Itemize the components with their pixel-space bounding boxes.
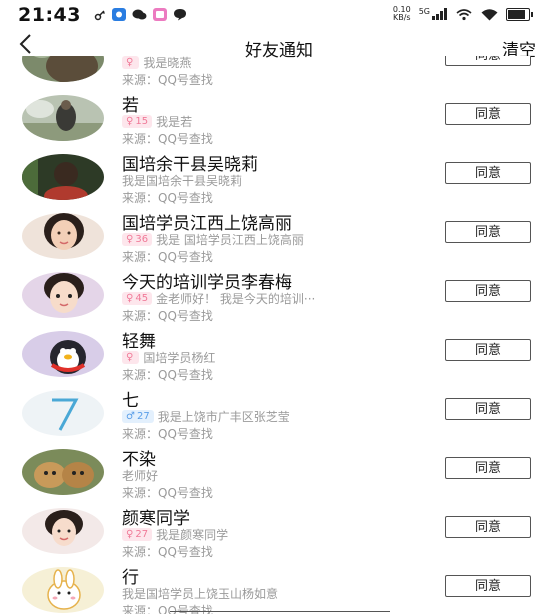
- avatar[interactable]: [22, 449, 104, 495]
- gender-age-badge: ♂ 27: [122, 410, 154, 423]
- system-indicators: 0.10 KB/s 5G: [393, 6, 533, 22]
- messaging-app-icon: [132, 9, 147, 20]
- gender-age-badge: ♀ 27: [122, 528, 153, 541]
- age-value: 27: [135, 529, 149, 540]
- request-message: ♀ 45 金老师好！ 我是今天的培训···: [122, 290, 315, 307]
- female-icon: ♀: [126, 234, 134, 245]
- avatar[interactable]: [22, 331, 104, 377]
- request-source: 来源：QQ号查找: [122, 250, 213, 264]
- avatar[interactable]: [22, 95, 104, 141]
- avatar[interactable]: [22, 508, 104, 554]
- male-icon: ♂: [126, 411, 135, 422]
- agree-button[interactable]: 同意: [445, 56, 531, 66]
- request-source: 来源：QQ号查找: [122, 427, 213, 441]
- friend-request-row[interactable]: 国培余干县吴晓莉 我是国培余干县吴晓莉 来源：QQ号查找 同意: [0, 148, 558, 207]
- request-message-text: 我是上饶市广丰区张芝莹: [157, 410, 290, 424]
- agree-button[interactable]: 同意: [445, 221, 531, 243]
- friend-request-row[interactable]: 行我是国培学员上饶玉山杨如意 来源：QQ号查找 同意: [0, 561, 558, 614]
- network-type: 5G: [418, 6, 430, 16]
- friend-request-row[interactable]: 七 ♂ 27 我是上饶市广丰区张芝莹 来源：QQ号查找 同意: [0, 384, 558, 443]
- request-source: 来源：QQ号查找: [122, 604, 213, 614]
- friend-request-row[interactable]: ♀ 我是晓燕来源：QQ号查找 同意: [0, 56, 558, 89]
- agree-button[interactable]: 同意: [445, 398, 531, 420]
- friend-request-list-inner: ♀我是晓燕来源：QQ号查找同意若♀15我是若来源：QQ号查找同意国培余干县吴晓莉…: [0, 56, 558, 614]
- request-message-text: 我是国培余干县吴晓莉: [122, 174, 243, 188]
- friend-request-row[interactable]: 国培学员江西上饶高丽 ♀ 36 我是 国培学员江西上饶高丽 来源：QQ号查找 同意: [0, 207, 558, 266]
- female-icon: ♀: [126, 529, 134, 540]
- notification-icons: [94, 8, 187, 21]
- friend-request-row[interactable]: 轻舞 ♀ 国培学员杨红 来源：QQ号查找 同意: [0, 325, 558, 384]
- request-message-text: 我是颜寒同学: [156, 528, 229, 542]
- request-message-text: 我是 国培学员江西上饶高丽: [156, 233, 304, 247]
- agree-button[interactable]: 同意: [445, 516, 531, 538]
- friend-request-list[interactable]: ♀我是晓燕来源：QQ号查找同意若♀15我是若来源：QQ号查找同意国培余干县吴晓莉…: [0, 56, 558, 614]
- female-icon: ♀: [126, 352, 134, 363]
- request-source: 来源：QQ号查找: [122, 132, 213, 146]
- request-message: ♀ 国培学员杨红: [122, 349, 215, 366]
- request-message: ♀ 15 我是若: [122, 113, 192, 130]
- app-blue-icon: [112, 8, 126, 21]
- request-message: ♀ 27 我是颜寒同学: [122, 526, 228, 543]
- request-message-text: 我是晓燕: [143, 56, 192, 70]
- agree-button[interactable]: 同意: [445, 457, 531, 479]
- age-value: 27: [136, 411, 150, 422]
- cellular-signal-icon: [432, 8, 447, 20]
- request-source: 来源：QQ号查找: [122, 545, 213, 559]
- wifi-icon: [481, 8, 498, 20]
- chat-bubble-icon: [174, 9, 186, 21]
- request-source: 来源：QQ号查找: [122, 309, 213, 323]
- gender-age-badge: ♀ 45: [122, 292, 153, 305]
- agree-button[interactable]: 同意: [445, 162, 531, 184]
- request-message-text: 我是若: [156, 115, 193, 129]
- age-value: 45: [135, 293, 149, 304]
- avatar[interactable]: [22, 272, 104, 318]
- age-value: 15: [135, 116, 149, 127]
- agree-button[interactable]: 同意: [445, 575, 531, 597]
- home-indicator-line: [170, 611, 390, 612]
- request-message: ♂ 27 我是上饶市广丰区张芝莹: [122, 408, 290, 425]
- avatar[interactable]: [22, 567, 104, 613]
- request-message-text: 金老师好！ 我是今天的培训···: [156, 292, 316, 306]
- friend-request-row[interactable]: 不染 老师好 来源：QQ号查找 同意: [0, 443, 558, 502]
- network-speed: 0.10 KB/s: [393, 6, 411, 22]
- agree-button[interactable]: 同意: [445, 339, 531, 361]
- app-pink-icon: [153, 8, 167, 21]
- avatar[interactable]: [22, 154, 104, 200]
- gender-age-badge: ♀ 36: [122, 233, 153, 246]
- gender-age-badge: ♀: [122, 351, 140, 364]
- female-icon: ♀: [126, 57, 134, 68]
- request-message: 我是国培学员上饶玉山杨如意: [122, 585, 278, 602]
- avatar[interactable]: [22, 213, 104, 259]
- request-source: 来源：QQ号查找: [122, 368, 213, 382]
- agree-button[interactable]: 同意: [445, 280, 531, 302]
- gender-age-badge: ♀ 15: [122, 115, 153, 128]
- avatar[interactable]: [22, 56, 104, 82]
- request-source: 来源：QQ号查找: [122, 191, 213, 205]
- request-message-text: 老师好: [122, 469, 159, 483]
- request-message-text: 我是国培学员上饶玉山杨如意: [122, 587, 279, 601]
- age-value: 36: [135, 234, 149, 245]
- agree-button[interactable]: 同意: [445, 103, 531, 125]
- avatar[interactable]: [22, 390, 104, 436]
- status-bar: 21:43 0.10 KB/s 5G: [0, 0, 558, 30]
- battery-icon: [506, 7, 533, 21]
- network-speed-unit: KB/s: [392, 13, 411, 22]
- friend-request-row[interactable]: 若 ♀ 15 我是若 来源：QQ号查找 同意: [0, 89, 558, 148]
- request-message: 我是国培余干县吴晓莉: [122, 172, 242, 189]
- request-message-text: 国培学员杨红: [143, 351, 216, 365]
- request-message: ♀ 36 我是 国培学员江西上饶高丽: [122, 231, 304, 248]
- request-source: 来源：QQ号查找: [122, 486, 213, 500]
- request-source: 来源：QQ号查找: [122, 73, 213, 87]
- request-message: ♀ 我是晓燕: [122, 56, 191, 71]
- friend-request-row[interactable]: 颜寒同学 ♀ 27 我是颜寒同学 来源：QQ号查找 同意: [0, 502, 558, 561]
- female-icon: ♀: [126, 293, 134, 304]
- female-icon: ♀: [126, 116, 134, 127]
- gender-age-badge: ♀: [122, 56, 140, 69]
- clock: 21:43: [18, 4, 81, 26]
- wifi-plus-icon: [456, 8, 472, 20]
- key-icon: [94, 9, 106, 20]
- request-message: 老师好: [122, 467, 158, 484]
- friend-request-row[interactable]: 今天的培训学员李春梅 ♀ 45 金老师好！ 我是今天的培训··· 来源：QQ号查找 同意: [0, 266, 558, 325]
